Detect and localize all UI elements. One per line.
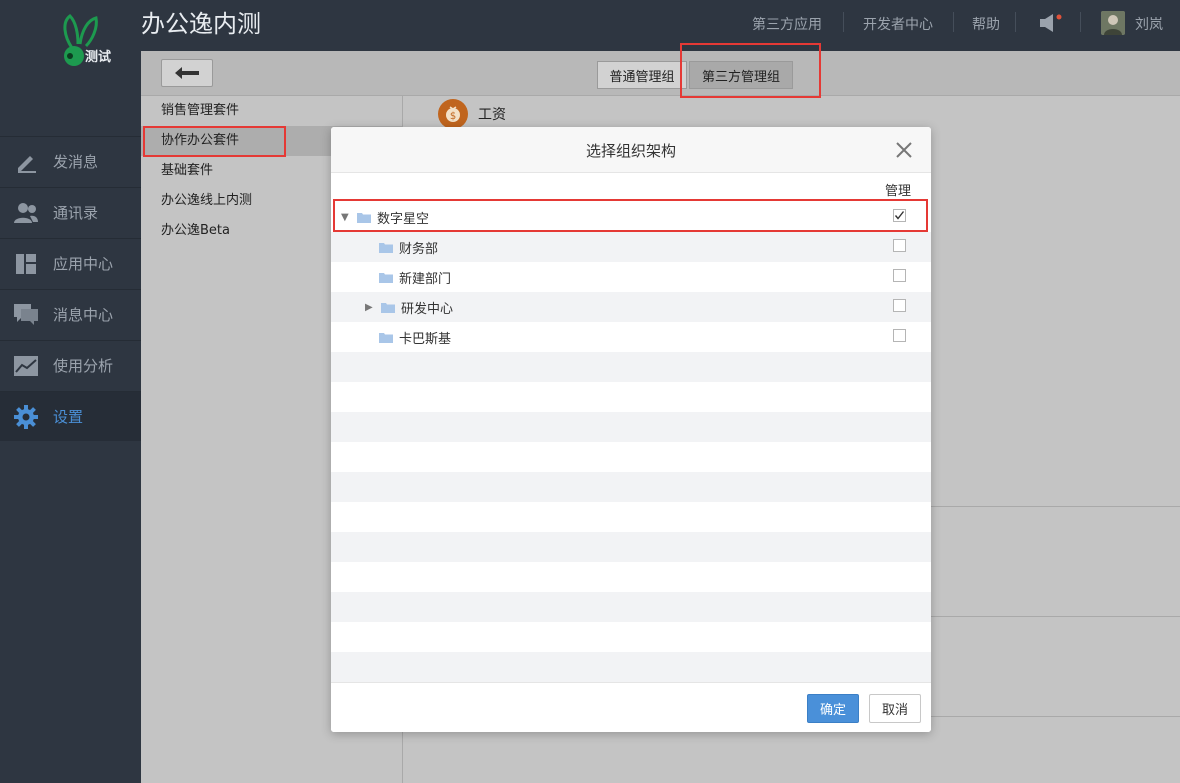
header-link-help[interactable]: 帮助: [972, 14, 1000, 34]
user-name[interactable]: 刘岚: [1135, 14, 1163, 34]
tree-node-label: 卡巴斯基: [399, 331, 452, 347]
app-row-salary[interactable]: $ 工资: [438, 99, 506, 129]
tree-row[interactable]: 财务部: [331, 232, 931, 262]
tab-normal-admin-group[interactable]: 普通管理组: [597, 61, 687, 89]
tree-column-header: 管理: [331, 173, 931, 201]
confirm-button[interactable]: 确定: [807, 694, 859, 723]
manage-checkbox[interactable]: [893, 269, 906, 282]
top-header: 办公逸内测 第三方应用 开发者中心 帮助 刘岚: [141, 0, 1180, 51]
app-title: 办公逸内测: [141, 10, 261, 38]
dialog-footer: 确定 取消: [331, 682, 931, 732]
avatar[interactable]: [1101, 11, 1125, 35]
sidebar-item-app-center[interactable]: 应用中心: [0, 238, 141, 288]
empty-row: [331, 412, 931, 442]
cancel-button[interactable]: 取消: [869, 694, 921, 723]
money-icon: $: [438, 99, 468, 129]
header-divider: [1080, 12, 1081, 32]
checkmark-icon: [894, 211, 905, 220]
header-divider: [1015, 12, 1016, 32]
empty-row: [331, 382, 931, 412]
folder-icon: [379, 272, 393, 283]
empty-row: [331, 502, 931, 532]
empty-row: [331, 472, 931, 502]
pencil-icon: [13, 149, 39, 175]
tab-third-party-admin-group[interactable]: 第三方管理组: [689, 61, 793, 89]
sidebar-item-usage-analysis[interactable]: 使用分析: [0, 340, 141, 390]
tree-row[interactable]: 卡巴斯基: [331, 322, 931, 352]
content-toolbar: 普通管理组 第三方管理组: [141, 51, 1180, 96]
sidebar-item-label: 应用中心: [53, 255, 114, 273]
gear-icon: [13, 404, 39, 430]
suite-item[interactable]: 销售管理套件: [141, 96, 402, 126]
empty-row: [331, 562, 931, 592]
tree-node-label: 新建部门: [399, 271, 452, 287]
tree-node-label: 研发中心: [401, 301, 454, 317]
manage-checkbox[interactable]: [893, 299, 906, 312]
column-manage-label: 管理: [884, 184, 911, 199]
empty-row: [331, 442, 931, 472]
app-name: 工资: [478, 107, 506, 123]
tree-row[interactable]: ▼ 数字星空: [331, 202, 931, 232]
back-button[interactable]: [161, 59, 213, 87]
sidebar-item-label: 发消息: [53, 153, 99, 171]
empty-row: [331, 532, 931, 562]
folder-icon: [357, 212, 371, 223]
manage-checkbox[interactable]: [893, 329, 906, 342]
sidebar-item-label: 使用分析: [53, 357, 114, 375]
tree-row[interactable]: ▶ 研发中心: [331, 292, 931, 322]
dialog-title: 选择组织架构: [585, 142, 676, 160]
empty-row: [331, 352, 931, 382]
caret-right-icon[interactable]: ▶: [365, 302, 377, 313]
header-divider: [843, 12, 844, 32]
manage-checkbox[interactable]: [893, 239, 906, 252]
logo-text: 测试: [85, 50, 112, 65]
sidebar-item-contacts[interactable]: 通讯录: [0, 187, 141, 237]
empty-row: [331, 592, 931, 622]
contacts-icon: [13, 200, 39, 226]
speaker-icon[interactable]: [1040, 14, 1062, 36]
header-link-developer-center[interactable]: 开发者中心: [863, 14, 933, 34]
sidebar-item-label: 设置: [53, 408, 84, 426]
sidebar-item-label: 通讯录: [53, 204, 99, 222]
empty-row: [331, 652, 931, 682]
arrow-left-icon: [175, 67, 199, 79]
sidebar-item-message-center[interactable]: 消息中心: [0, 289, 141, 339]
folder-icon: [379, 332, 393, 343]
chart-icon: [13, 353, 39, 379]
tree-row[interactable]: 新建部门: [331, 262, 931, 292]
dialog-header: 选择组织架构: [331, 127, 931, 173]
header-divider: [953, 12, 954, 32]
close-icon[interactable]: [895, 141, 913, 159]
sidebar-item-settings[interactable]: 设置: [0, 391, 141, 441]
sidebar-item-send-message[interactable]: 发消息: [0, 136, 141, 186]
tree-node-label: 数字星空: [377, 211, 430, 227]
app-logo[interactable]: 测试: [58, 12, 118, 68]
sidebar: 测试 发消息 通讯录 应用中心 消息中心 使用分析 设置: [0, 0, 141, 783]
sidebar-item-label: 消息中心: [53, 306, 114, 324]
empty-row: [331, 622, 931, 652]
apps-icon: [13, 251, 39, 277]
folder-icon: [381, 302, 395, 313]
caret-down-icon[interactable]: ▼: [341, 212, 353, 223]
folder-icon: [379, 242, 393, 253]
svg-text:$: $: [450, 111, 456, 122]
messages-icon: [13, 302, 39, 328]
header-link-third-party-apps[interactable]: 第三方应用: [752, 14, 822, 34]
manage-checkbox[interactable]: [893, 209, 906, 222]
tree-node-label: 财务部: [399, 241, 439, 257]
org-select-dialog: 选择组织架构 管理 ▼ 数字星空 财务部 新建部门 ▶ 研发中心 卡巴斯基 确定…: [331, 127, 931, 732]
